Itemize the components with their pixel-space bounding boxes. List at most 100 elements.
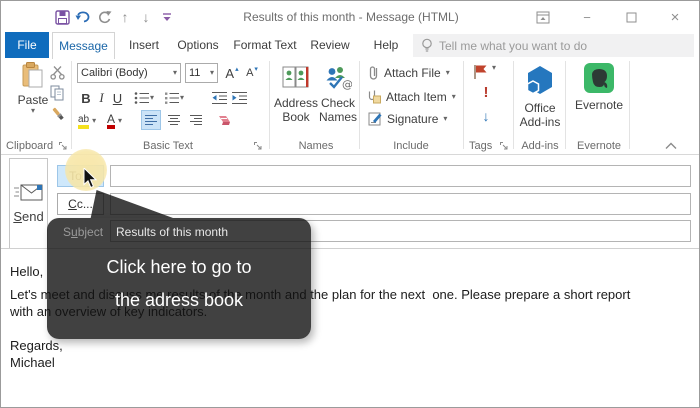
cut-icon[interactable] bbox=[50, 65, 65, 80]
cc-input[interactable] bbox=[110, 193, 691, 215]
align-center-button[interactable] bbox=[164, 110, 184, 130]
text-highlight-button[interactable]: ab ▾ bbox=[78, 111, 96, 131]
bullets-icon bbox=[134, 91, 150, 105]
group-separator bbox=[565, 61, 566, 149]
grow-font-button[interactable]: A▴ bbox=[223, 63, 241, 83]
maximize-button[interactable] bbox=[622, 8, 640, 26]
follow-up-flag-button[interactable]: ▾ bbox=[473, 64, 496, 80]
tab-message[interactable]: Message bbox=[52, 32, 115, 59]
high-importance-button[interactable]: ! bbox=[480, 84, 492, 101]
group-separator bbox=[71, 61, 72, 149]
evernote-group-label: Evernote bbox=[569, 140, 629, 152]
addins-group-label: Add-ins bbox=[515, 140, 565, 152]
tab-review[interactable]: Review bbox=[305, 32, 355, 58]
signature-pen-icon bbox=[368, 112, 382, 126]
subject-label: Subject bbox=[63, 225, 103, 239]
paste-button[interactable]: Paste ▾ bbox=[15, 62, 51, 115]
grow-font-caret-icon: ▴ bbox=[235, 65, 239, 73]
minimize-button[interactable]: − bbox=[578, 8, 596, 26]
evernote-button[interactable]: Evernote bbox=[569, 63, 629, 112]
bold-button[interactable]: B bbox=[79, 88, 93, 108]
customize-quick-access-toolbar-icon[interactable] bbox=[158, 8, 176, 26]
subject-value: Results of this month bbox=[116, 225, 228, 239]
check-names-icon: @ bbox=[324, 65, 352, 91]
address-book-button[interactable]: Address Book bbox=[274, 65, 318, 124]
shrink-font-button[interactable]: A▾ bbox=[243, 63, 261, 83]
tab-format-text[interactable]: Format Text bbox=[231, 32, 299, 58]
check-names-button[interactable]: @ Check Names bbox=[317, 65, 359, 124]
font-size-combo[interactable]: 11▾ bbox=[185, 63, 218, 83]
to-input[interactable] bbox=[110, 165, 691, 187]
office-addins-button[interactable]: Office Add-ins bbox=[515, 64, 565, 129]
font-name-caret: ▾ bbox=[173, 69, 177, 77]
bullets-button[interactable]: ▾ bbox=[134, 88, 154, 108]
office-addins-cube-icon bbox=[524, 64, 556, 96]
font-color-button[interactable]: A ▾ bbox=[107, 111, 122, 131]
underline-button[interactable]: U bbox=[110, 88, 125, 108]
redo-icon[interactable] bbox=[95, 8, 113, 26]
basic-text-group-label: Basic Text bbox=[77, 140, 259, 152]
tags-group-label: Tags bbox=[469, 140, 492, 152]
low-importance-button[interactable]: ↓ bbox=[478, 108, 494, 124]
clipboard-group-label: Clipboard bbox=[6, 140, 53, 152]
lightbulb-icon bbox=[421, 38, 433, 53]
clear-formatting-button[interactable] bbox=[214, 110, 231, 130]
increase-indent-button[interactable] bbox=[231, 88, 248, 108]
signature-button[interactable]: Signature ▾ bbox=[368, 112, 447, 126]
clipboard-dialog-launcher-icon[interactable] bbox=[58, 141, 68, 151]
tab-options[interactable]: Options bbox=[173, 32, 223, 58]
font-size-caret: ▾ bbox=[210, 69, 214, 77]
tell-me-search[interactable] bbox=[413, 34, 694, 57]
ribbon-display-options-icon[interactable] bbox=[534, 8, 552, 26]
group-separator bbox=[269, 61, 270, 149]
decrease-indent-button[interactable] bbox=[211, 88, 228, 108]
group-separator bbox=[629, 61, 630, 149]
flag-icon bbox=[473, 64, 488, 80]
title-bar: ↑ ↓ Results of this month - Message (HTM… bbox=[1, 1, 699, 32]
evernote-elephant-icon bbox=[584, 63, 614, 93]
attach-file-button[interactable]: Attach File ▾ bbox=[368, 65, 450, 81]
font-name-combo[interactable]: Calibri (Body)▾ bbox=[77, 63, 181, 83]
align-left-button[interactable] bbox=[141, 110, 161, 130]
numbering-button[interactable]: ▾ bbox=[164, 88, 184, 108]
search-input[interactable] bbox=[439, 39, 679, 53]
copy-icon[interactable] bbox=[50, 85, 65, 101]
tab-file[interactable]: File bbox=[5, 32, 49, 58]
next-item-icon[interactable]: ↓ bbox=[137, 8, 155, 26]
body-line: Regards, bbox=[10, 337, 699, 354]
paperclip-icon bbox=[368, 65, 379, 81]
numbering-icon bbox=[164, 91, 180, 105]
tooltip-text: Click here to go to bbox=[47, 254, 311, 280]
attach-file-caret: ▾ bbox=[446, 69, 450, 77]
tab-help[interactable]: Help bbox=[363, 32, 409, 58]
ribbon-tab-bar: File Message Insert Options Format Text … bbox=[1, 32, 699, 58]
tags-dialog-launcher-icon[interactable] bbox=[499, 141, 509, 151]
undo-icon[interactable] bbox=[74, 8, 92, 26]
send-envelope-icon bbox=[14, 183, 44, 203]
outlook-message-window: ↑ ↓ Results of this month - Message (HTM… bbox=[0, 0, 700, 408]
save-icon[interactable] bbox=[53, 8, 71, 26]
window-title: Results of this month - Message (HTML) bbox=[181, 10, 521, 24]
format-painter-icon[interactable] bbox=[50, 106, 66, 122]
signature-caret: ▾ bbox=[443, 115, 447, 123]
paste-dropdown-caret: ▾ bbox=[15, 107, 51, 115]
align-right-button[interactable] bbox=[186, 110, 206, 130]
font-color-caret: ▾ bbox=[118, 117, 122, 125]
close-button[interactable]: × bbox=[666, 8, 684, 26]
collapse-ribbon-icon[interactable] bbox=[665, 142, 677, 150]
attach-item-button[interactable]: Attach Item ▾ bbox=[368, 89, 456, 104]
italic-button[interactable]: I bbox=[96, 88, 107, 108]
flag-caret: ▾ bbox=[492, 64, 496, 72]
attach-item-icon bbox=[368, 89, 381, 104]
tooltip-text: the adress book bbox=[47, 287, 311, 313]
group-separator bbox=[359, 61, 360, 149]
send-button[interactable]: Send bbox=[9, 158, 48, 249]
paste-clipboard-icon bbox=[22, 62, 44, 88]
basic-text-dialog-launcher-icon[interactable] bbox=[253, 141, 263, 151]
tab-insert[interactable]: Insert bbox=[121, 32, 167, 58]
text-highlight-caret: ▾ bbox=[92, 117, 96, 125]
previous-item-icon[interactable]: ↑ bbox=[116, 8, 134, 26]
names-group-label: Names bbox=[273, 140, 359, 152]
address-book-icon bbox=[281, 65, 311, 91]
attach-item-caret: ▾ bbox=[452, 93, 456, 101]
